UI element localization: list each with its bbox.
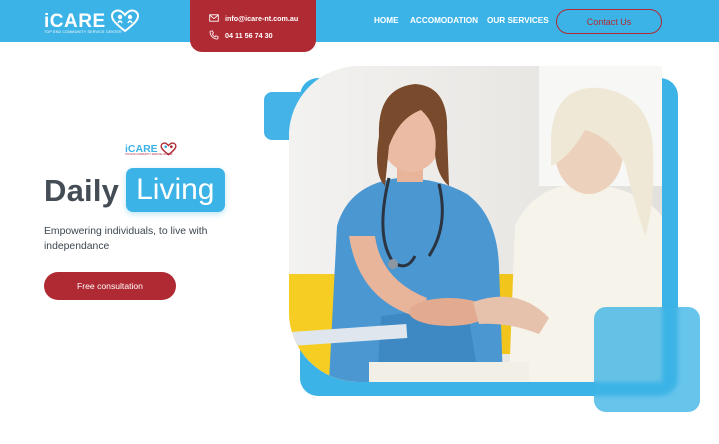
hero-title-highlight: Living [126,168,225,212]
free-consultation-button[interactable]: Free consultation [44,272,176,300]
nav-home[interactable]: HOME [374,16,399,25]
hero-subtitle: Empowering individuals, to live with ind… [44,226,208,252]
top-navigation-bar: iCARE TOP END COMMUNITY SERVICE CENTER i… [0,0,719,52]
contact-us-button[interactable]: Contact Us [556,9,662,34]
phone-contact[interactable]: 04 11 56 74 30 [209,30,273,40]
hero-mini-logo-tagline: TOP END COMMUNITY SERVICE CENTER [125,153,173,156]
hero-title-dark: Daily [44,172,120,208]
phone-text: 04 11 56 74 30 [225,30,273,40]
nav-accomodation[interactable]: ACCOMODATION [410,16,478,25]
phone-icon [209,30,219,40]
email-text: info@icare-nt.com.au [225,13,299,23]
hero-decor-bottom-right-square [594,307,700,412]
brand-logo-text: iCARE [44,10,106,32]
nav-our-services[interactable]: OUR SERVICES [487,16,549,25]
email-contact[interactable]: info@icare-nt.com.au [209,13,298,23]
brand-logo[interactable]: iCARE TOP END COMMUNITY SERVICE CENTER [44,9,140,34]
hero-title: Daily Living [44,168,225,212]
brand-tagline: TOP END COMMUNITY SERVICE CENTER [44,30,122,34]
contact-info-card: info@icare-nt.com.au 04 11 56 74 30 [190,0,316,52]
hero-mini-logo: iCARE TOP END COMMUNITY SERVICE CENTER [125,142,177,156]
envelope-icon [209,14,219,22]
